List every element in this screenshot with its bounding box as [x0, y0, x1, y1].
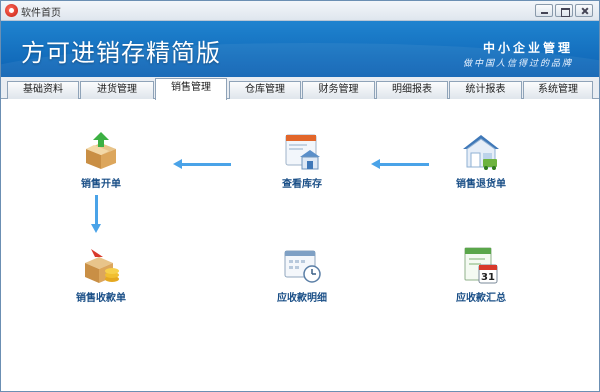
flow-arrow-left: [173, 159, 231, 169]
window-title: 软件首页: [21, 8, 61, 19]
sales-receipt-label: 销售收款单: [76, 293, 126, 304]
main-tabbar: 基础资料 进货管理 销售管理 仓库管理 财务管理 明细报表 统计报表 系统管理: [1, 77, 599, 100]
app-logo-icon: [5, 4, 18, 17]
header-banner: 方可进销存精简版 中小企业管理 做中国人信得过的品牌: [1, 21, 599, 77]
banner-slogan: 中小企业管理: [482, 41, 573, 55]
close-icon[interactable]: [575, 4, 593, 17]
tab-basic-data[interactable]: 基础资料: [7, 81, 79, 99]
box-upload-icon: [81, 131, 121, 171]
house-return-icon: [461, 131, 501, 171]
receivable-detail-label: 应收款明细: [277, 293, 327, 304]
receivable-summary-label: 应收款汇总: [456, 293, 506, 304]
sales-order-button[interactable]: 销售开单: [51, 131, 151, 190]
banner-subslogan: 做中国人信得过的品牌: [462, 59, 573, 69]
flow-arrow-down: [91, 195, 101, 233]
sales-return-button[interactable]: 销售退货单: [431, 131, 531, 190]
sales-return-label: 销售退货单: [456, 179, 506, 190]
calendar-clock-icon: [282, 245, 322, 285]
tab-stat-report[interactable]: 统计报表: [449, 81, 522, 99]
tab-finance[interactable]: 财务管理: [302, 81, 375, 99]
app-title: 方可进销存精简版: [21, 39, 221, 67]
sales-order-label: 销售开单: [81, 179, 121, 190]
minimize-icon[interactable]: [535, 4, 553, 17]
window-controls: [535, 4, 593, 17]
flow-arrow-left: [371, 159, 429, 169]
view-stock-label: 查看库存: [282, 179, 322, 190]
calendar-31-icon: 31: [461, 245, 501, 285]
tab-warehouse[interactable]: 仓库管理: [229, 81, 301, 99]
receivable-summary-button[interactable]: 31 应收款汇总: [431, 245, 531, 304]
tab-system[interactable]: 系统管理: [523, 81, 593, 99]
maximize-icon[interactable]: [555, 4, 573, 17]
sales-panel: 销售开单 查看库存 销售退货单 销售收款单 应收款明细 31 应收款汇总: [1, 99, 599, 391]
calendar-day-text: 31: [481, 272, 495, 283]
tab-purchase[interactable]: 进货管理: [80, 81, 154, 99]
title-bar: 软件首页: [1, 1, 599, 21]
tab-detail-report[interactable]: 明细报表: [376, 81, 448, 99]
tab-sales[interactable]: 销售管理: [155, 78, 227, 100]
app-window: 软件首页 方可进销存精简版 中小企业管理 做中国人信得过的品牌 基础资料 进货管…: [0, 0, 600, 392]
receivable-detail-button[interactable]: 应收款明细: [252, 245, 352, 304]
warehouse-window-icon: [282, 131, 322, 171]
sales-receipt-button[interactable]: 销售收款单: [51, 245, 151, 304]
view-stock-button[interactable]: 查看库存: [252, 131, 352, 190]
box-coins-icon: [81, 245, 121, 285]
